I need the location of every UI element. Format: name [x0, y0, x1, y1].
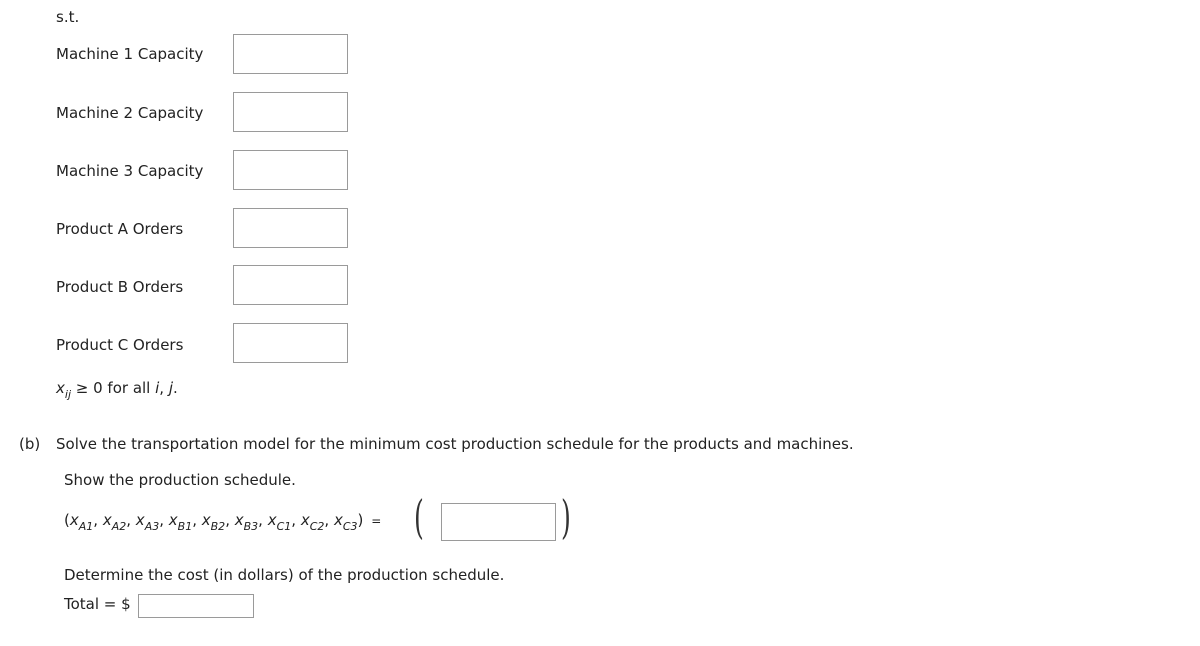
show-schedule-text: Show the production schedule.	[64, 471, 296, 489]
product-b-orders-label: Product B Orders	[56, 278, 184, 296]
comma: ,	[324, 511, 334, 529]
machine-2-capacity-input[interactable]	[233, 92, 348, 132]
machine-3-capacity-label: Machine 3 Capacity	[56, 162, 204, 180]
tuple-var-subscript: A1	[78, 520, 94, 533]
product-b-orders-field[interactable]	[234, 266, 347, 304]
tuple-var: x	[201, 511, 211, 529]
comma: ,	[126, 511, 136, 529]
tuple-var: x	[333, 511, 343, 529]
machine-3-capacity-input[interactable]	[233, 150, 348, 190]
total-cost-field[interactable]	[139, 595, 253, 617]
total-label: Total = $	[64, 595, 131, 613]
tuple-var: x	[234, 511, 244, 529]
comma: ,	[291, 511, 301, 529]
product-c-orders-field[interactable]	[234, 324, 347, 362]
tuple-var-subscript: C3	[342, 520, 358, 533]
left-paren: (	[414, 490, 424, 544]
tuple-var: x	[69, 511, 79, 529]
tuple-var-subscript: B2	[210, 520, 226, 533]
schedule-field[interactable]	[442, 504, 555, 540]
tuple-variables: xA1, xA2, xA3, xB1, xB2, xB3, xC1, xC2, …	[69, 511, 358, 533]
tuple-var: x	[168, 511, 178, 529]
product-a-orders-input[interactable]	[233, 208, 348, 248]
comma: ,	[93, 511, 103, 529]
machine-1-capacity-field[interactable]	[234, 35, 347, 73]
product-b-orders-input[interactable]	[233, 265, 348, 305]
tuple-var: x	[300, 511, 310, 529]
machine-2-capacity-field[interactable]	[234, 93, 347, 131]
nonnegativity-constraint: xij ≥ 0 for all i, j.	[56, 379, 178, 401]
part-b-question: Solve the transportation model for the m…	[56, 435, 854, 453]
tuple-var-subscript: B1	[177, 520, 193, 533]
st-label: s.t.	[56, 8, 80, 26]
schedule-tuple: (xA1, xA2, xA3, xB1, xB2, xB3, xC1, xC2,…	[64, 511, 382, 533]
product-c-orders-label: Product C Orders	[56, 336, 184, 354]
tuple-var-subscript: A3	[144, 520, 160, 533]
tuple-var-subscript: C1	[276, 520, 292, 533]
comma: ,	[258, 511, 268, 529]
schedule-input[interactable]	[441, 503, 556, 541]
tuple-var: x	[135, 511, 145, 529]
machine-1-capacity-label: Machine 1 Capacity	[56, 45, 204, 63]
product-a-orders-field[interactable]	[234, 209, 347, 247]
part-b-label: (b)	[19, 435, 41, 453]
product-c-orders-input[interactable]	[233, 323, 348, 363]
tuple-var: x	[267, 511, 277, 529]
machine-1-capacity-input[interactable]	[233, 34, 348, 74]
comma: ,	[225, 511, 235, 529]
tuple-var-subscript: A2	[111, 520, 127, 533]
product-a-orders-label: Product A Orders	[56, 220, 184, 238]
tuple-var-subscript: B3	[243, 520, 259, 533]
machine-3-capacity-field[interactable]	[234, 151, 347, 189]
tuple-var-subscript: C2	[309, 520, 325, 533]
tuple-var: x	[102, 511, 112, 529]
total-cost-input[interactable]	[138, 594, 254, 618]
comma: ,	[192, 511, 202, 529]
cost-question: Determine the cost (in dollars) of the p…	[64, 566, 505, 584]
equals-sign: =	[371, 514, 382, 528]
comma: ,	[159, 511, 169, 529]
machine-2-capacity-label: Machine 2 Capacity	[56, 104, 204, 122]
right-paren: )	[561, 490, 571, 544]
